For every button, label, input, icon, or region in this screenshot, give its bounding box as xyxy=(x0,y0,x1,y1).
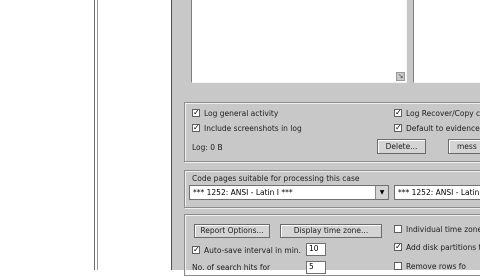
default-to-evidence-label: Default to evidence xyxy=(406,124,480,133)
codepage-label: Code pages suitable for processing this … xyxy=(192,174,360,183)
include-screenshots-label: Include screenshots in log xyxy=(204,124,302,133)
search-hits-input[interactable]: 5 xyxy=(306,261,326,274)
message-button[interactable]: mess xyxy=(448,139,480,154)
notes-textarea-right[interactable] xyxy=(413,0,480,83)
add-disk-partitions-checkbox[interactable] xyxy=(394,243,402,251)
search-hits-label: No. of search hits for xyxy=(192,263,271,272)
default-to-evidence-checkbox[interactable] xyxy=(394,124,402,132)
delete-log-button[interactable]: Delete... xyxy=(377,139,426,154)
log-recover-copy-label: Log Recover/Copy c xyxy=(406,109,480,118)
individual-time-zones-checkbox[interactable] xyxy=(394,225,402,233)
codepage-select-value: *** 1252: ANSI - Latin I *** xyxy=(193,188,293,197)
codepage-select-secondary-value: *** 1252: ANSI - Latin I xyxy=(398,188,480,197)
include-screenshots-checkbox[interactable] xyxy=(192,124,200,132)
notes-textarea[interactable]: ↘ xyxy=(191,0,407,83)
log-general-activity-checkbox[interactable] xyxy=(192,109,200,117)
log-recover-copy-checkbox[interactable] xyxy=(394,109,402,117)
display-time-zone-button[interactable]: Display time zone... xyxy=(280,224,382,238)
resize-grip-icon[interactable]: ↘ xyxy=(396,72,405,81)
autosave-interval-input[interactable]: 10 xyxy=(306,243,326,256)
left-frame-line xyxy=(94,0,95,270)
left-frame-line-2 xyxy=(97,0,98,270)
remove-rows-checkbox[interactable] xyxy=(394,262,402,270)
options-dialog: ↘ Log general activity Include screensho… xyxy=(172,0,480,276)
autosave-label: Auto-save interval in min. xyxy=(204,246,301,255)
codepage-select[interactable]: *** 1252: ANSI - Latin I *** ▼ xyxy=(189,185,389,200)
autosave-checkbox[interactable] xyxy=(192,246,200,254)
report-options-button[interactable]: Report Options... xyxy=(194,224,270,238)
codepage-select-secondary[interactable]: *** 1252: ANSI - Latin I xyxy=(394,185,480,200)
log-size-text: Log: 0 B xyxy=(192,143,223,152)
log-general-activity-label: Log general activity xyxy=(204,109,279,118)
chevron-down-icon[interactable]: ▼ xyxy=(375,186,388,199)
add-disk-partitions-label: Add disk partitions to xyxy=(406,243,480,252)
individual-time-zones-label: Individual time zones xyxy=(406,225,480,234)
